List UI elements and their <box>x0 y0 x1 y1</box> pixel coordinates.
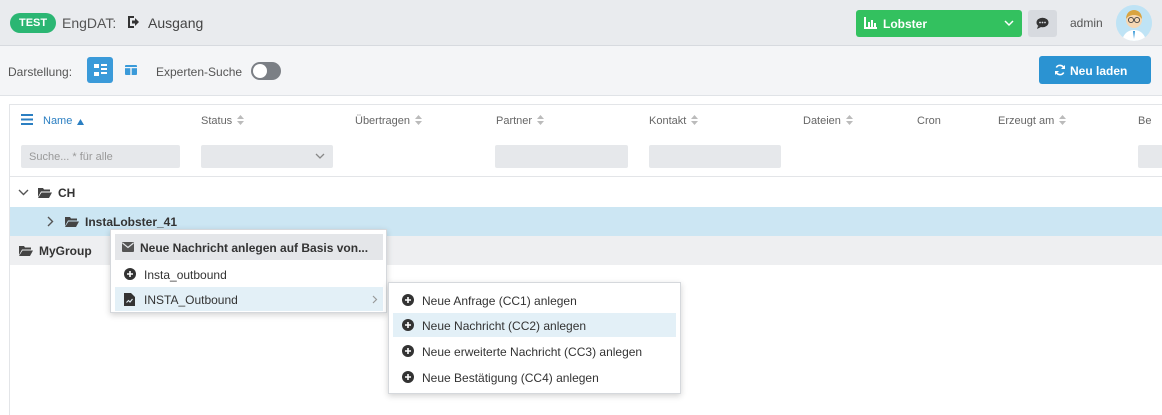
chevron-down-icon[interactable] <box>18 189 29 196</box>
chevron-down-icon <box>1004 20 1014 27</box>
filter-row: Suche... * für alle <box>10 135 1162 177</box>
column-header-truncated[interactable]: Be <box>1138 115 1151 127</box>
tree-node-label: InstaLobster_41 <box>85 215 178 229</box>
sort-icon <box>237 115 245 125</box>
column-header-cron[interactable]: Cron <box>917 115 941 127</box>
avatar-icon <box>1116 5 1152 41</box>
chat-icon <box>1036 17 1049 29</box>
app-title: EngDAT: <box>62 15 117 31</box>
plus-circle-icon <box>124 268 136 280</box>
column-header-contact[interactable]: Kontakt <box>649 115 699 127</box>
chat-button[interactable] <box>1028 10 1057 37</box>
user-name[interactable]: admin <box>1070 16 1103 30</box>
sort-icon <box>537 115 545 125</box>
environment-badge: TEST <box>10 13 57 33</box>
menu-item-new-message-cc2[interactable]: Neue Nachricht (CC2) anlegen <box>393 313 676 337</box>
column-header-transferred[interactable]: Übertragen <box>355 115 423 127</box>
sort-icon <box>845 115 853 125</box>
top-bar: TEST EngDAT: Ausgang Lobster admin <box>0 0 1162 46</box>
plus-circle-icon <box>402 345 414 357</box>
reload-label: Neu laden <box>1070 64 1128 78</box>
tree-view-button[interactable] <box>87 57 113 83</box>
extra-filter-input[interactable] <box>1138 145 1162 168</box>
envelope-icon <box>122 242 134 252</box>
expert-search-toggle[interactable] <box>251 62 281 80</box>
column-header-files[interactable]: Dateien <box>803 115 853 127</box>
column-header-partner[interactable]: Partner <box>496 115 545 127</box>
toolbar: Darstellung: Experten-Suche Neu laden <box>0 46 1162 96</box>
user-avatar[interactable] <box>1116 5 1152 41</box>
column-header-created[interactable]: Erzeugt am <box>998 115 1067 127</box>
reload-button[interactable]: Neu laden <box>1039 56 1151 84</box>
chevron-right-icon[interactable] <box>47 216 54 227</box>
expert-search-label: Experten-Suche <box>156 65 243 79</box>
bar-chart-icon <box>864 17 877 29</box>
table-header: Name Status Übertragen Partner Kontakt D… <box>10 105 1162 135</box>
submenu: Neue Anfrage (CC1) anlegen Neue Nachrich… <box>388 282 681 394</box>
menu-item-insta-outbound[interactable]: Insta_outbound <box>115 262 383 286</box>
plus-circle-icon <box>402 371 414 383</box>
folder-open-icon <box>38 188 52 198</box>
tree-view-icon <box>94 64 107 76</box>
file-icon <box>124 293 135 306</box>
sort-icon <box>415 115 423 125</box>
view-mode-label: Darstellung: <box>8 65 73 79</box>
toggle-knob <box>253 64 267 78</box>
sort-icon <box>691 115 699 125</box>
plus-circle-icon <box>402 294 414 306</box>
menu-item-insta-outbound-submenu[interactable]: INSTA_Outbound <box>115 287 383 311</box>
status-filter-select[interactable] <box>201 145 333 168</box>
plus-circle-icon <box>402 319 414 331</box>
partner-filter-input[interactable] <box>495 145 628 168</box>
refresh-icon <box>1055 64 1065 76</box>
menu-item-new-confirmation-cc4[interactable]: Neue Bestätigung (CC4) anlegen <box>393 365 676 389</box>
column-header-name[interactable]: Name <box>43 115 85 127</box>
system-selector-value: Lobster <box>883 17 928 31</box>
tree-node-label: CH <box>58 186 76 200</box>
tree-row[interactable]: CH <box>10 178 1162 207</box>
exit-icon <box>128 16 139 28</box>
chevron-right-icon <box>372 295 378 304</box>
column-header-status[interactable]: Status <box>201 115 245 127</box>
sort-icon <box>1059 115 1067 125</box>
menu-item-new-extended-message-cc3[interactable]: Neue erweiterte Nachricht (CC3) anlegen <box>393 339 676 363</box>
column-view-button[interactable] <box>118 57 144 83</box>
section-title: Ausgang <box>148 15 204 31</box>
sort-ascending-icon <box>77 119 85 125</box>
tree-node-label: MyGroup <box>39 244 92 258</box>
folder-open-icon <box>65 217 79 227</box>
column-menu-icon[interactable] <box>21 114 33 125</box>
chevron-down-icon <box>315 153 325 159</box>
folder-open-icon <box>19 246 33 256</box>
menu-item-new-request-cc1[interactable]: Neue Anfrage (CC1) anlegen <box>393 288 676 312</box>
context-menu-title: Neue Nachricht anlegen auf Basis von... <box>115 234 383 260</box>
contact-filter-input[interactable] <box>649 145 781 168</box>
system-selector[interactable]: Lobster <box>856 10 1022 37</box>
name-filter-input[interactable]: Suche... * für alle <box>21 145 180 168</box>
columns-icon <box>125 65 137 75</box>
context-menu: Neue Nachricht anlegen auf Basis von... … <box>110 229 387 313</box>
